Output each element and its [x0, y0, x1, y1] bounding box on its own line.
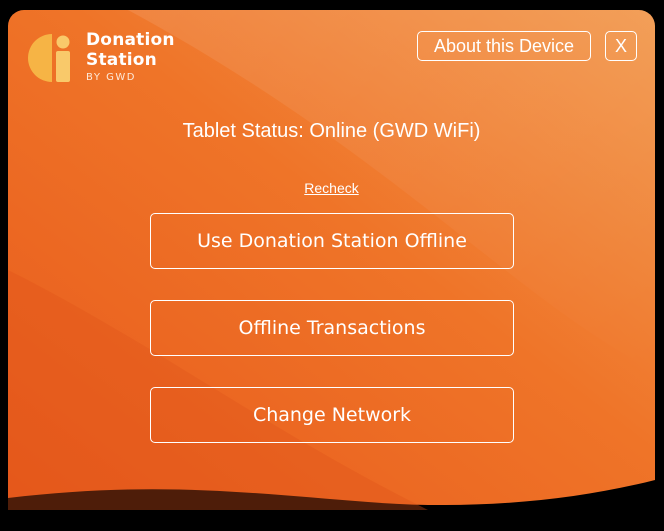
recheck-link[interactable]: Recheck: [304, 180, 358, 196]
brand-byline: BY GWD: [86, 72, 136, 83]
donation-station-logo-icon: [28, 34, 70, 82]
about-device-button[interactable]: About this Device: [417, 31, 591, 61]
brand-name-line1: Donation: [86, 30, 175, 50]
recheck-container: Recheck: [8, 180, 655, 198]
use-offline-button[interactable]: Use Donation Station Offline: [150, 213, 514, 269]
brand-wordmark: Donation Station BY GWD: [86, 30, 175, 83]
brand-logo: Donation Station BY GWD: [26, 28, 176, 86]
close-button[interactable]: X: [605, 31, 637, 61]
panel-background: [8, 10, 655, 510]
change-network-button[interactable]: Change Network: [150, 387, 514, 443]
offline-transactions-button[interactable]: Offline Transactions: [150, 300, 514, 356]
brand-name-line2: Station: [86, 50, 157, 70]
tablet-status-text: Tablet Status: Online (GWD WiFi): [182, 120, 481, 142]
dialog-panel: Donation Station BY GWD About this Devic…: [8, 10, 655, 530]
